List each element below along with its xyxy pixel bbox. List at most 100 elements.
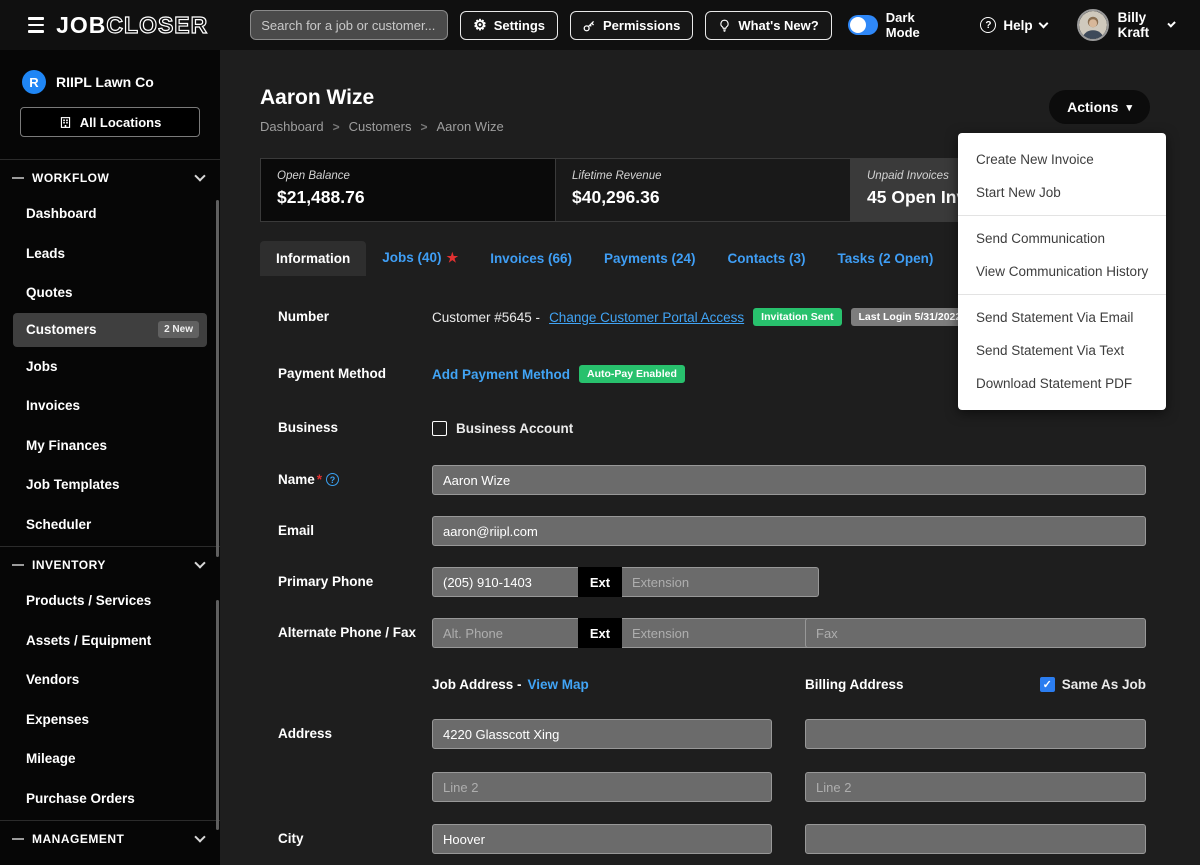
stat-lifetime-revenue: Lifetime Revenue $40,296.36	[556, 159, 851, 221]
number-label: Number	[278, 308, 432, 326]
primary-phone-row: Primary Phone Ext	[260, 567, 1146, 597]
breadcrumb-current: Aaron Wize	[437, 119, 504, 134]
add-payment-method-link[interactable]: Add Payment Method	[432, 367, 570, 382]
all-locations-button[interactable]: All Locations	[20, 107, 200, 137]
ext-label: Ext	[578, 567, 622, 597]
sidebar-item-expenses[interactable]: Expenses	[0, 700, 220, 740]
sidebar-item-customers[interactable]: Customers 2 New	[13, 313, 207, 347]
tab-tasks[interactable]: Tasks (2 Open)	[822, 241, 950, 276]
sidebar-section-inventory[interactable]: INVENTORY	[0, 547, 220, 581]
permissions-button[interactable]: Permissions	[570, 11, 693, 40]
stat-value: $40,296.36	[572, 187, 834, 208]
sidebar-item-invoices[interactable]: Invoices	[0, 386, 220, 426]
invitation-sent-badge: Invitation Sent	[753, 308, 841, 326]
menu-item-start-new-job[interactable]: Start New Job	[958, 176, 1166, 209]
user-menu[interactable]: Billy Kraft	[1077, 9, 1174, 41]
breadcrumb-separator: >	[333, 120, 340, 134]
change-portal-access-link[interactable]: Change Customer Portal Access	[549, 310, 744, 325]
menu-item-view-communication-history[interactable]: View Communication History	[958, 255, 1166, 288]
menu-icon[interactable]	[28, 17, 44, 33]
lightbulb-icon	[718, 19, 731, 32]
primary-phone-label: Primary Phone	[278, 573, 432, 591]
whats-new-button[interactable]: What's New?	[705, 11, 831, 40]
sidebar-scrollbar[interactable]	[216, 600, 219, 830]
settings-button[interactable]: ⚙ Settings	[460, 11, 558, 40]
sidebar-section-workflow[interactable]: WORKFLOW	[0, 160, 220, 194]
name-help-icon[interactable]: ?	[326, 473, 339, 486]
sidebar-item-dashboard[interactable]: Dashboard	[0, 194, 220, 234]
stat-label: Open Balance	[277, 170, 539, 182]
customers-new-badge: 2 New	[158, 321, 199, 338]
sidebar-item-assets-equipment[interactable]: Assets / Equipment	[0, 621, 220, 661]
sidebar-item-vendors[interactable]: Vendors	[0, 660, 220, 700]
primary-phone-input[interactable]	[432, 567, 578, 597]
menu-item-send-statement-via-email[interactable]: Send Statement Via Email	[958, 301, 1166, 334]
tab-payments[interactable]: Payments (24)	[588, 241, 712, 276]
billing-address-label: Billing Address	[805, 677, 904, 692]
business-account-checkbox[interactable]	[432, 421, 447, 436]
menu-item-create-new-invoice[interactable]: Create New Invoice	[958, 143, 1166, 176]
billing-address-input[interactable]	[805, 719, 1146, 749]
breadcrumb-dashboard[interactable]: Dashboard	[260, 119, 324, 134]
help-label: Help	[1003, 18, 1032, 33]
company-logo-icon: R	[22, 70, 46, 94]
tab-information[interactable]: Information	[260, 241, 366, 276]
extension-input[interactable]	[622, 618, 819, 648]
autopay-enabled-badge: Auto-Pay Enabled	[579, 365, 685, 383]
billing-line2-input[interactable]	[805, 772, 1146, 802]
sidebar-item-purchase-orders[interactable]: Purchase Orders	[0, 779, 220, 819]
menu-item-send-communication[interactable]: Send Communication	[958, 222, 1166, 255]
sidebar-item-jobs[interactable]: Jobs	[0, 347, 220, 387]
email-label: Email	[278, 522, 432, 540]
actions-label: Actions	[1067, 99, 1118, 115]
payment-method-label: Payment Method	[278, 365, 432, 383]
app-logo: JOB CLOSER	[56, 12, 208, 39]
sidebar-item-products-services[interactable]: Products / Services	[0, 581, 220, 621]
page-title: Aaron Wize	[260, 86, 1146, 110]
view-map-link[interactable]: View Map	[528, 677, 589, 692]
fax-input[interactable]	[805, 618, 1146, 648]
tab-invoices[interactable]: Invoices (66)	[474, 241, 588, 276]
name-input[interactable]	[432, 465, 1146, 495]
job-city-input[interactable]	[432, 824, 772, 854]
extension-input[interactable]	[622, 567, 819, 597]
alt-phone-input[interactable]	[432, 618, 578, 648]
help-menu[interactable]: ? Help	[980, 17, 1046, 33]
gear-icon: ⚙	[473, 18, 486, 33]
address-header-row: Job Address - View Map Billing Address ✓…	[260, 669, 1146, 699]
all-locations-label: All Locations	[80, 115, 162, 130]
sidebar-item-job-templates[interactable]: Job Templates	[0, 465, 220, 505]
logo-closer: CLOSER	[106, 12, 208, 39]
sidebar-item-scheduler[interactable]: Scheduler	[0, 505, 220, 545]
city-label: City	[278, 830, 432, 848]
sidebar-scrollbar[interactable]	[216, 200, 219, 557]
sidebar: R RIIPL Lawn Co All Locations WORKFLOW D…	[0, 50, 220, 865]
sidebar-item-quotes[interactable]: Quotes	[0, 273, 220, 313]
sidebar-section-management[interactable]: MANAGEMENT	[0, 821, 220, 855]
business-account-label: Business Account	[456, 421, 573, 436]
tab-contacts[interactable]: Contacts (3)	[712, 241, 822, 276]
dark-mode-toggle[interactable]	[848, 15, 878, 35]
dash-icon	[12, 838, 24, 840]
job-line2-input[interactable]	[432, 772, 772, 802]
search-input[interactable]	[250, 10, 448, 40]
company-header: R RIIPL Lawn Co	[0, 50, 220, 94]
email-input[interactable]	[432, 516, 1146, 546]
dark-mode-control: Dark Mode	[848, 10, 939, 40]
tab-jobs[interactable]: Jobs (40)★	[366, 240, 474, 276]
address-row: Address	[260, 719, 1146, 749]
menu-item-send-statement-via-text[interactable]: Send Statement Via Text	[958, 334, 1166, 367]
inventory-items: Products / Services Assets / Equipment V…	[0, 581, 220, 818]
sidebar-item-leads[interactable]: Leads	[0, 234, 220, 274]
actions-button[interactable]: Actions ▾	[1049, 90, 1150, 124]
breadcrumb-customers[interactable]: Customers	[349, 119, 412, 134]
job-address-input[interactable]	[432, 719, 772, 749]
menu-item-download-statement-pdf[interactable]: Download Statement PDF	[958, 367, 1166, 400]
caret-down-icon: ▾	[1126, 101, 1132, 114]
billing-city-input[interactable]	[805, 824, 1146, 854]
same-as-job-checkbox[interactable]: ✓	[1040, 677, 1055, 692]
user-name: Billy Kraft	[1118, 10, 1160, 40]
tab-label: Jobs (40)	[382, 250, 441, 265]
sidebar-item-mileage[interactable]: Mileage	[0, 739, 220, 779]
sidebar-item-my-finances[interactable]: My Finances	[0, 426, 220, 466]
